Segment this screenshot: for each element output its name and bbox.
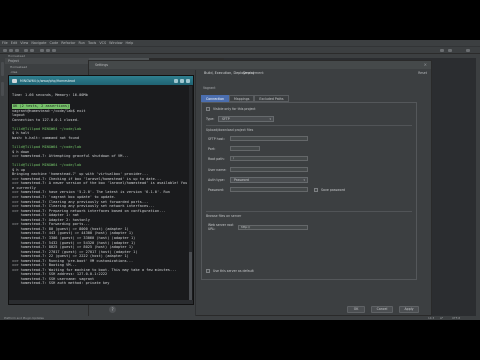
dialog-title: Settings — [95, 63, 109, 67]
terminal-title: MINGW64:/c/www/php/Homestead — [20, 78, 76, 83]
tree-item[interactable]: Homestead — [10, 65, 89, 69]
connection-pane: Visible only for this project Type: SFTP… — [201, 102, 417, 280]
auth-value: Password — [234, 178, 249, 182]
screen: File Edit View Navigate Code Refactor Run Tools… — [0, 40, 480, 320]
scrollbar-thumb[interactable] — [189, 252, 192, 302]
cut-icon[interactable] — [40, 49, 44, 52]
type-row: Type: SFTP ▾ — [206, 116, 274, 122]
terminal-output[interactable]: Time: 1.66 seconds, Memory: 16.00Mb OK (… — [9, 85, 193, 297]
breadcrumb-current: Deployment — [243, 71, 264, 75]
terminal-title-bar: MINGW64:/c/www/php/Homestead — [9, 76, 193, 85]
save-password-label: Save password — [321, 187, 345, 192]
web-url-row: Web server root URL: http:// — [208, 223, 308, 231]
user-row: User name: — [208, 167, 308, 172]
visible-only-checkbox[interactable] — [206, 107, 210, 111]
port-input[interactable] — [230, 146, 260, 151]
upload-section-title: Upload/download project files — [206, 128, 254, 132]
terminal-line: OK (2 tests, 2 assertions) — [12, 104, 71, 109]
status-line-separator[interactable]: LF — [440, 316, 443, 320]
help-icon[interactable]: ? — [109, 306, 116, 313]
reset-link[interactable]: Reset — [418, 71, 427, 75]
auth-label: Auth type: — [208, 178, 225, 182]
sftp-host-row: SFTP host: — [208, 136, 308, 141]
auth-row: Auth type: Password ▾ — [208, 177, 308, 183]
deployment-tabs: Connection Mappings Excluded Paths — [201, 95, 289, 102]
status-bar: Platform and Plugin Updates 14:3 LF UTF-… — [0, 316, 480, 320]
chevron-down-icon: ▾ — [303, 178, 305, 182]
auth-select[interactable]: Password ▾ — [230, 177, 308, 183]
dialog-title-bar: Settings × — [89, 61, 431, 69]
cancel-button[interactable]: Cancel — [371, 306, 393, 313]
debug-icon[interactable] — [448, 49, 452, 52]
terminal-scrollbar[interactable] — [189, 86, 192, 302]
terminal-horizontal-scrollbar[interactable] — [9, 300, 193, 304]
root-path-row: Root path: / — [208, 156, 308, 161]
minimize-icon[interactable] — [174, 78, 178, 83]
run-icon[interactable] — [440, 49, 444, 52]
type-select[interactable]: SFTP ▾ — [218, 116, 274, 122]
terminal-line: ==> homestead-7: A newer version of the … — [12, 181, 188, 186]
apply-button[interactable]: Apply — [399, 306, 419, 313]
separator — [206, 125, 412, 126]
copy-icon[interactable] — [46, 49, 50, 52]
status-encoding[interactable]: UTF-8 — [452, 316, 460, 320]
status-position[interactable]: 14:3 — [428, 316, 434, 320]
right-tool-strip — [476, 58, 480, 316]
password-label: Password: — [208, 187, 224, 192]
open-icon[interactable] — [3, 49, 7, 52]
tab-excluded-paths[interactable]: Excluded Paths — [254, 95, 289, 102]
chevron-down-icon: ▾ — [269, 117, 271, 121]
terminal-icon — [12, 78, 17, 83]
user-label: User name: — [208, 167, 227, 172]
sftp-host-label: SFTP host: — [208, 136, 225, 141]
password-input[interactable] — [230, 187, 308, 192]
web-url-value: http:// — [241, 224, 251, 229]
tab-connection[interactable]: Connection — [201, 95, 230, 102]
type-label: Type: — [206, 117, 215, 121]
web-url-label: Web server root URL: — [208, 223, 234, 231]
terminal-line-wrapper: OK (2 tests, 2 assertions) — [12, 102, 190, 109]
status-message: Platform and Plugin Updates — [4, 316, 44, 320]
close-icon[interactable]: × — [424, 61, 427, 69]
port-label: Port: — [208, 146, 216, 151]
window-controls — [174, 78, 193, 83]
redo-icon[interactable] — [30, 49, 34, 52]
visible-only-label: Visible only for this project — [213, 107, 256, 111]
terminal-window: MINGW64:/c/www/php/Homestead Time: 1.66 … — [8, 75, 194, 305]
deployment-config: Vagrant Connection Mappings Excluded Pat… — [199, 79, 420, 307]
default-server-checkbox[interactable] — [206, 269, 210, 273]
save-icon[interactable] — [9, 49, 13, 52]
project-tool-tab[interactable] — [1, 62, 4, 76]
close-icon[interactable] — [186, 78, 190, 83]
web-url-input[interactable]: http:// — [238, 224, 308, 230]
toolbar — [0, 46, 480, 53]
terminal-line: homestead-7: SSH auth method: private ke… — [12, 281, 110, 286]
user-input[interactable] — [230, 167, 308, 172]
search-everywhere-icon[interactable] — [466, 49, 470, 52]
paste-icon[interactable] — [52, 49, 56, 52]
ok-button[interactable]: OK — [347, 306, 365, 313]
undo-icon[interactable] — [24, 49, 28, 52]
visible-only-row[interactable]: Visible only for this project — [206, 107, 255, 111]
browse-section-title: Browse files on server — [206, 214, 242, 218]
sync-icon[interactable] — [15, 49, 19, 52]
password-row: Password: Save password — [208, 187, 345, 192]
default-server-row[interactable]: Use this server as default — [206, 269, 254, 273]
server-name-label: Vagrant — [203, 86, 216, 90]
separator — [206, 211, 412, 212]
sftp-host-input[interactable] — [230, 136, 308, 141]
tab-mappings[interactable]: Mappings — [229, 95, 255, 102]
root-path-label: Root path: — [208, 156, 225, 161]
port-row: Port: — [208, 146, 260, 151]
root-path-value: / — [233, 156, 235, 160]
save-password-checkbox[interactable] — [314, 187, 318, 192]
project-panel-header[interactable]: Project — [5, 58, 89, 64]
root-path-input[interactable]: / — [230, 156, 308, 161]
default-server-label: Use this server as default — [213, 269, 254, 273]
structure-tool-tab[interactable] — [1, 82, 4, 96]
type-value: SFTP — [222, 117, 230, 121]
maximize-icon[interactable] — [180, 78, 184, 83]
